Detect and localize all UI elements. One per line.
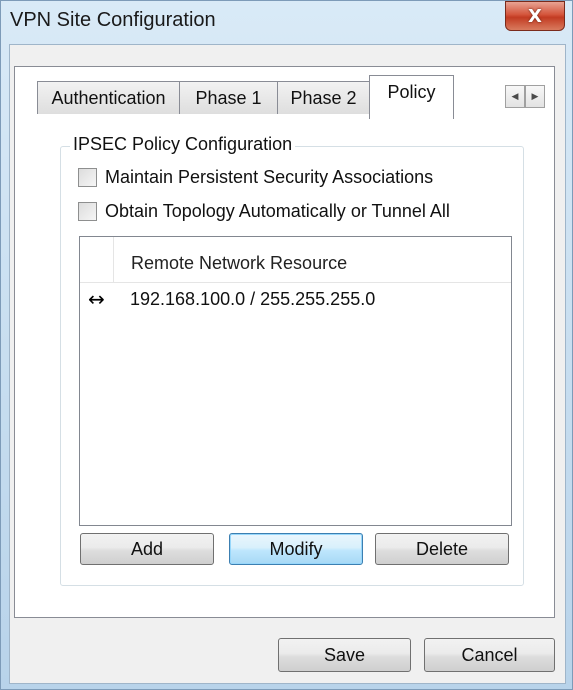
tab-phase-1[interactable]: Phase 1 — [179, 81, 278, 114]
tab-phase-2[interactable]: Phase 2 — [277, 81, 370, 114]
ipsec-policy-group-title: IPSEC Policy Configuration — [70, 134, 296, 155]
list-header-icon-column[interactable] — [80, 237, 114, 282]
list-header: Remote Network Resource — [80, 237, 511, 283]
close-button[interactable]: X — [505, 1, 565, 31]
obtain-topology-option[interactable]: Obtain Topology Automatically or Tunnel … — [78, 201, 450, 222]
maintain-persistent-sa-label: Maintain Persistent Security Association… — [105, 167, 434, 187]
window-title: VPN Site Configuration — [10, 9, 216, 31]
obtain-topology-label: Obtain Topology Automatically or Tunnel … — [105, 201, 450, 221]
title-bar[interactable]: VPN Site Configuration X — [1, 1, 573, 43]
tab-policy[interactable]: Policy — [369, 75, 454, 119]
column-header-remote-network-resource[interactable]: Remote Network Resource — [131, 253, 347, 274]
remote-network-resource-list[interactable]: Remote Network Resource ↔ 192.168.100.0 … — [79, 236, 512, 526]
maintain-persistent-sa-option[interactable]: Maintain Persistent Security Association… — [78, 167, 433, 188]
modify-button[interactable]: Modify — [229, 533, 363, 565]
cancel-button[interactable]: Cancel — [424, 638, 555, 672]
close-icon: X — [528, 5, 542, 27]
delete-button[interactable]: Delete — [375, 533, 509, 565]
bidirectional-arrow-icon: ↔ — [88, 287, 105, 311]
remote-network-value: 192.168.100.0 / 255.255.255.0 — [130, 289, 376, 309]
list-item[interactable]: ↔ 192.168.100.0 / 255.255.255.0 — [80, 287, 511, 313]
tab-authentication[interactable]: Authentication — [37, 81, 180, 114]
save-button[interactable]: Save — [278, 638, 411, 672]
tab-scroll-right-icon[interactable]: ▶ — [525, 85, 545, 108]
obtain-topology-checkbox[interactable] — [78, 202, 97, 221]
add-button[interactable]: Add — [80, 533, 214, 565]
maintain-persistent-sa-checkbox[interactable] — [78, 168, 97, 187]
tab-scroll-left-icon[interactable]: ◀ — [505, 85, 525, 108]
